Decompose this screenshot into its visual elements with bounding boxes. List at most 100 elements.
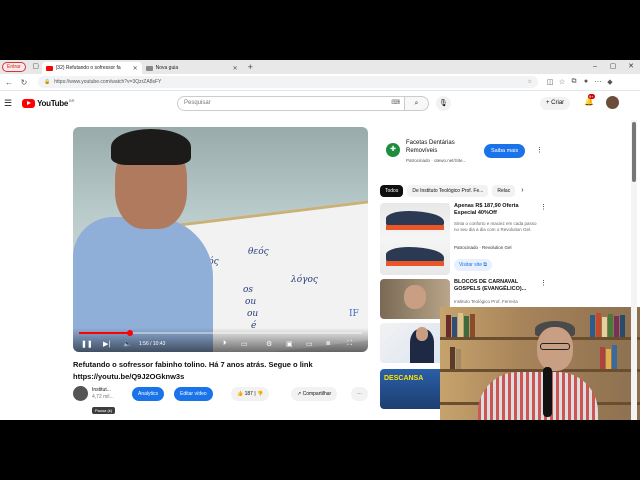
sponsored-ad[interactable]: ✚ Facetas Dentárias Removíveis Patrocina… (380, 127, 550, 177)
window-controls: – ▢ ✕ (586, 60, 640, 74)
search-input[interactable]: Pesquisar ⌨ (177, 96, 405, 111)
rec-menu-icon[interactable]: ⋮ (540, 203, 547, 211)
close-window-icon[interactable]: ✕ (622, 60, 640, 74)
cast-icon[interactable]: ⧈ (326, 340, 330, 348)
chevron-right-icon[interactable]: › (521, 185, 523, 197)
youtube-logo[interactable]: YouTube BR (22, 98, 75, 108)
tab-actions-icon[interactable]: ▢ (30, 61, 42, 73)
more-actions-button[interactable]: ⋯ (351, 387, 368, 401)
address-bar-row: ← ↻ 🔒 https://www.youtube.com/watch?v=3Q… (0, 74, 640, 91)
rec-menu-icon[interactable]: ⋮ (540, 279, 547, 287)
settings-gear-icon[interactable]: ⚙ (266, 340, 272, 348)
subscriber-count: 4,72 mil... (92, 393, 114, 400)
tab-youtube[interactable]: (32) Refutando o sofressor fa ✕ (41, 62, 142, 74)
rec-channel: Instituto Teológico Prof. Ferreira (454, 299, 518, 304)
url-field[interactable]: 🔒 https://www.youtube.com/watch?v=3QzrZA… (38, 76, 538, 88)
more-icon[interactable]: ⋯ (592, 78, 604, 86)
glasses (540, 343, 570, 350)
channel-text: Institut... 4,72 mil... (92, 387, 114, 401)
analytics-button[interactable]: Analytics (132, 387, 165, 401)
time-display: 1:56 / 10:43 (139, 341, 166, 347)
tab-strip: Entrar ▢ (32) Refutando o sofressor fa ✕… (0, 60, 640, 74)
ad-menu-icon[interactable]: ⋮ (536, 146, 543, 154)
subtitles-icon[interactable]: ▭ (241, 340, 248, 348)
chip-all[interactable]: Todos (380, 185, 404, 197)
sign-in-button[interactable]: Entrar (2, 62, 26, 72)
favorite-star-icon[interactable]: ☆ (528, 79, 532, 85)
board-word: λόγος (291, 275, 318, 285)
video-watermark: IF (349, 309, 359, 319)
lock-icon: 🔒 (44, 79, 51, 85)
logo-text: YouTube (37, 98, 69, 108)
pause-tooltip: Pausa (k) (92, 407, 116, 414)
autoplay-toggle[interactable]: ⏵ (223, 340, 227, 348)
fullscreen-icon[interactable]: ⛶ (347, 340, 352, 348)
board-word: ou (245, 297, 257, 307)
pause-icon[interactable]: ❚❚ (81, 340, 93, 348)
new-tab-button[interactable]: + (248, 62, 253, 72)
progress-bar[interactable] (79, 330, 362, 336)
chip-related[interactable]: Relac (492, 185, 516, 197)
rec-meta: Patrocinado · Revolution Gel (454, 245, 512, 250)
reload-icon[interactable]: ↻ (18, 78, 30, 87)
notification-badge: 9+ (588, 94, 595, 99)
browser-window: Entrar ▢ (32) Refutando o sofressor fa ✕… (0, 60, 640, 420)
channel-avatar[interactable] (73, 386, 88, 401)
thumbnail-text: DESCANSA (384, 375, 424, 382)
tab-title: Nova guia (155, 65, 179, 71)
youtube-play-icon (22, 98, 36, 108)
microphone-icon[interactable]: 🎙 (436, 96, 451, 111)
favorites-icon[interactable]: ☆ (556, 78, 568, 86)
menu-icon[interactable]: ☰ (4, 98, 12, 109)
visit-site-button[interactable]: Visitar site ⧉ (454, 259, 492, 271)
collections-icon[interactable]: ⧉ (568, 78, 580, 86)
search-button[interactable]: ⌕ (405, 96, 429, 111)
scrollbar-thumb[interactable] (632, 122, 636, 182)
close-tab-icon[interactable]: ✕ (133, 65, 138, 72)
close-tab-icon[interactable]: ✕ (233, 65, 238, 72)
chip-channel[interactable]: De Instituto Teológico Prof. Fe... (407, 185, 489, 197)
maximize-icon[interactable]: ▢ (604, 60, 622, 74)
microphone (543, 367, 552, 417)
split-screen-icon[interactable]: ◫ (544, 78, 556, 86)
recommendation-ad[interactable]: Apenas R$ 187,90 Oferta Especial 40%Off … (380, 203, 550, 275)
create-button[interactable]: + Criar (540, 97, 571, 110)
theater-mode-icon[interactable]: ▭ (306, 340, 313, 348)
browser-toolbar: ◫ ☆ ⧉ ● ⋯ ◆ (544, 78, 616, 86)
advertiser-logo-icon: ✚ (386, 143, 400, 157)
minimize-icon[interactable]: – (586, 60, 604, 74)
like-button[interactable]: 👍 187 | 👎 (231, 387, 270, 401)
share-label: Compartilhar (302, 391, 332, 397)
board-word: os (243, 285, 254, 295)
volume-icon[interactable]: 🔈 (123, 340, 132, 348)
channel-name[interactable]: Institut... (92, 387, 114, 394)
like-count: 187 (244, 391, 253, 397)
channel-info[interactable]: Institut... 4,72 mil... (73, 386, 114, 401)
board-word: θεός (248, 247, 269, 257)
progress-fill (79, 332, 130, 334)
profile-icon[interactable]: ● (580, 78, 592, 86)
next-icon[interactable]: ▶| (103, 340, 110, 348)
tab-new[interactable]: Nova guia ✕ (142, 62, 242, 74)
youtube-favicon-icon (45, 65, 53, 71)
url-text: https://www.youtube.com/watch?v=3QzrZA8s… (54, 79, 162, 85)
visit-label: Visitar site (459, 262, 482, 268)
video-player[interactable]: θεός θεός λόγος os ou ou é IF ❚❚ ▶| 🔈 1:… (73, 127, 368, 352)
copilot-icon[interactable]: ◆ (604, 78, 616, 86)
search-placeholder: Pesquisar (184, 100, 211, 106)
ad-title: Facetas Dentárias Removíveis (406, 140, 455, 154)
notifications-bell-icon[interactable]: 🔔 9+ (584, 94, 595, 106)
account-avatar[interactable] (606, 96, 619, 109)
learn-more-button[interactable]: Saiba mais (484, 144, 526, 158)
share-button[interactable]: ↗ Compartilhar (291, 387, 338, 401)
back-icon[interactable]: ← (3, 78, 15, 87)
miniplayer-icon[interactable]: ▣ (286, 340, 293, 348)
newtab-favicon-icon (145, 65, 153, 71)
progress-knob[interactable] (126, 330, 133, 336)
keyboard-icon[interactable]: ⌨ (391, 97, 400, 110)
presenter-hair (111, 129, 191, 165)
rec-title: BLOCOS DE CARNAVAL GOSPELS (EVANGÉLICO).… (454, 279, 527, 292)
presenter-shirt (478, 372, 598, 420)
edit-video-button[interactable]: Editar vídeo (174, 387, 213, 401)
board-word: ou (247, 309, 259, 319)
